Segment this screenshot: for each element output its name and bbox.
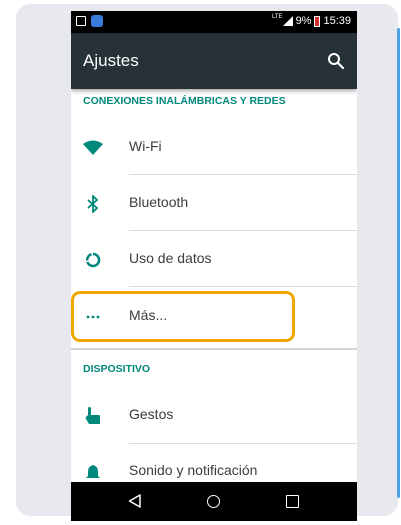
data-usage-icon	[81, 249, 105, 271]
phone-screen: LTE 9% 15:39 Ajustes CONEXIONES INALÁMBR…	[71, 11, 357, 521]
divider	[129, 286, 357, 287]
status-bar: LTE 9% 15:39	[71, 11, 357, 33]
settings-item-label: Más...	[129, 307, 168, 323]
status-time: 15:39	[323, 15, 351, 27]
navigation-bar	[71, 482, 357, 521]
card-accent-edge	[397, 28, 400, 498]
screenshot-notification-icon	[76, 16, 86, 26]
settings-item-bluetooth[interactable]: Bluetooth	[71, 175, 357, 231]
section-header-device: DISPOSITIVO	[83, 363, 151, 375]
battery-icon	[314, 15, 321, 27]
settings-item-label: Sonido y notificación	[129, 462, 258, 478]
page-title: Ajustes	[83, 51, 139, 70]
settings-item-label: Uso de datos	[129, 250, 212, 266]
signal-icon	[282, 16, 293, 26]
status-bar-right: LTE 9% 15:39	[272, 14, 351, 27]
search-icon[interactable]	[327, 52, 345, 70]
wifi-icon	[81, 137, 105, 159]
more-icon	[81, 306, 105, 328]
settings-item-wifi[interactable]: Wi-Fi	[71, 119, 357, 175]
home-icon[interactable]	[207, 495, 220, 508]
app-notification-icon	[91, 15, 103, 27]
bluetooth-icon	[81, 193, 105, 215]
bell-icon	[81, 461, 105, 483]
settings-item-label: Gestos	[129, 406, 174, 422]
section-divider	[71, 348, 357, 350]
battery-percent: 9%	[295, 15, 312, 27]
settings-item-more[interactable]: Más...	[71, 288, 357, 344]
section-header-wireless: CONEXIONES INALÁMBRICAS Y REDES	[83, 95, 286, 107]
settings-item-label: Wi-Fi	[129, 138, 162, 154]
back-icon[interactable]	[128, 494, 141, 508]
settings-item-gestures[interactable]: Gestos	[71, 387, 357, 443]
gesture-icon	[81, 405, 105, 427]
settings-item-data-usage[interactable]: Uso de datos	[71, 231, 357, 287]
lte-label: LTE	[272, 14, 283, 20]
settings-item-label: Bluetooth	[129, 194, 189, 210]
recent-apps-icon[interactable]	[286, 495, 299, 508]
app-bar: Ajustes	[71, 33, 357, 89]
